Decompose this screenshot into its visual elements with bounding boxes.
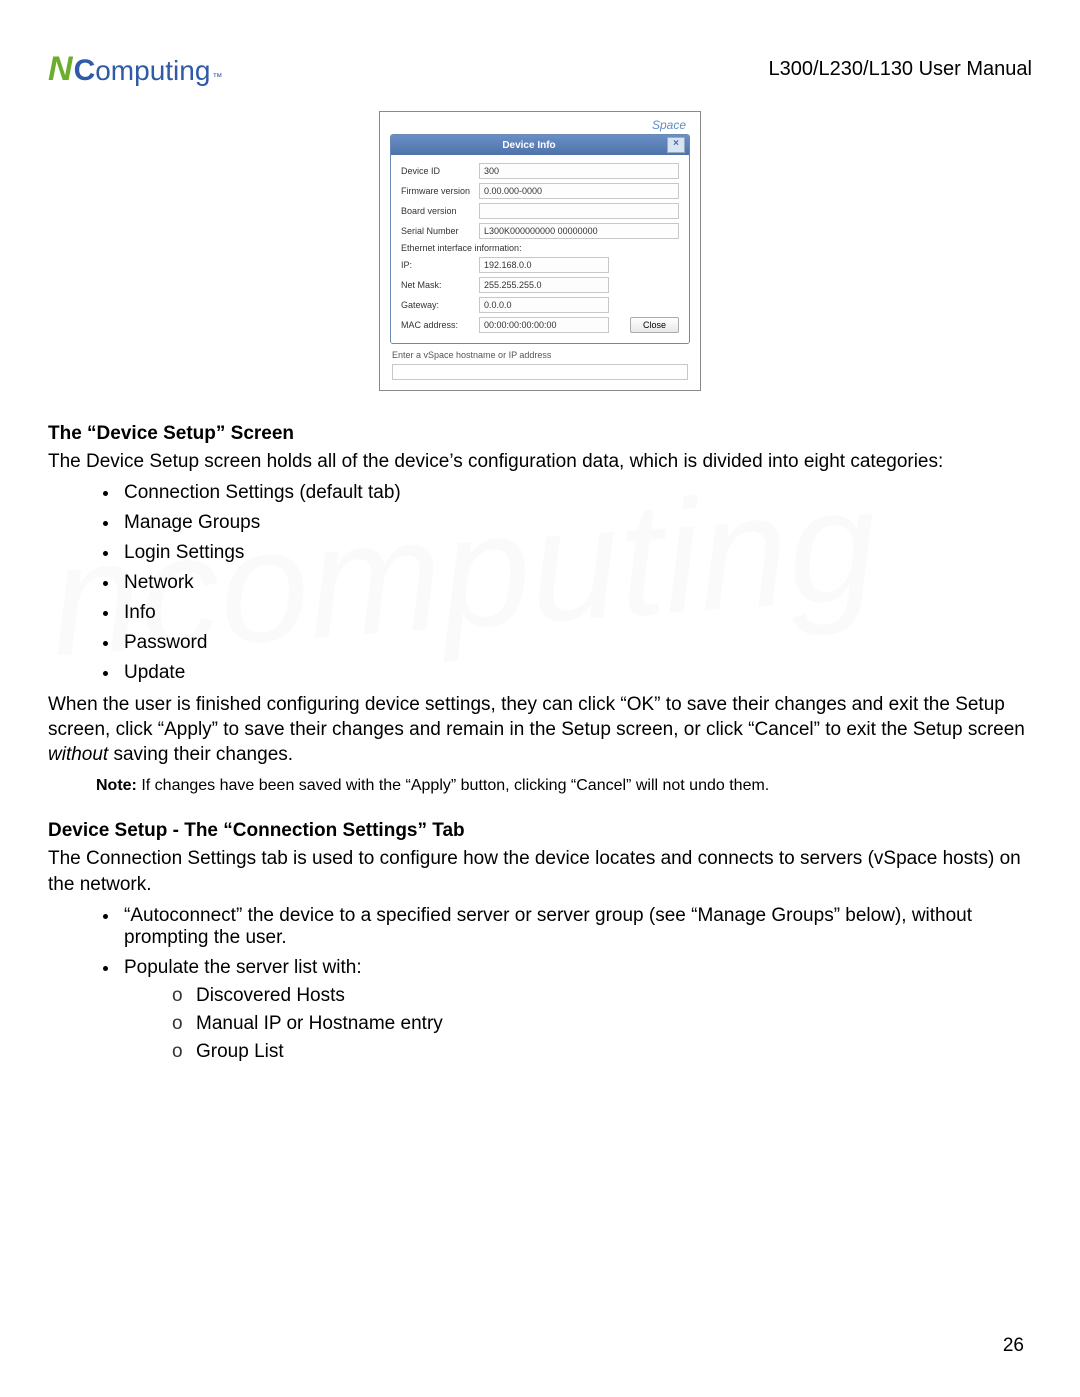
list-item: Info <box>120 602 1032 624</box>
doc-title: L300/L230/L130 User Manual <box>768 58 1032 81</box>
list-item: Network <box>120 572 1032 594</box>
serial-label: Serial Number <box>401 226 479 236</box>
logo: NComputing™ <box>48 50 222 89</box>
bullet2-text: Populate the server list with: <box>124 957 362 978</box>
firmware-value: 0.00.000-0000 <box>479 183 679 199</box>
section2-intro: The Connection Settings tab is used to c… <box>48 846 1032 896</box>
gw-value: 0.0.0.0 <box>479 297 609 313</box>
logo-n: N <box>48 50 73 89</box>
serial-value: L300K000000000 00000000 <box>479 223 679 239</box>
ip-label: IP: <box>401 260 479 270</box>
logo-rest: omputing <box>95 55 210 87</box>
space-hint: Space <box>388 118 692 132</box>
dialog-title: Device Info <box>391 140 667 151</box>
note-label: Note: <box>96 777 137 794</box>
logo-tm: ™ <box>212 72 222 83</box>
outro-em: without <box>48 744 108 765</box>
close-icon[interactable]: × <box>667 137 685 153</box>
host-input[interactable] <box>392 364 688 380</box>
list-item: Discovered Hosts <box>172 985 1032 1007</box>
outro-a: When the user is finished configuring de… <box>48 694 1025 740</box>
ip-value: 192.168.0.0 <box>479 257 609 273</box>
eth-header: Ethernet interface information: <box>401 243 679 253</box>
close-button[interactable]: Close <box>630 317 679 333</box>
device-info-dialog: Device Info × Device ID 300 Firmware ver… <box>390 134 690 344</box>
list-item: “Autoconnect” the device to a specified … <box>120 905 1032 949</box>
section2-list: “Autoconnect” the device to a specified … <box>48 905 1032 1063</box>
page-number: 26 <box>1003 1335 1024 1357</box>
mac-value: 00:00:00:00:00:00 <box>479 317 609 333</box>
outro-b: saving their changes. <box>108 744 293 765</box>
mask-label: Net Mask: <box>401 280 479 290</box>
list-item: Populate the server list with: Discovere… <box>120 957 1032 1063</box>
device-id-value: 300 <box>479 163 679 179</box>
list-item: Connection Settings (default tab) <box>120 482 1032 504</box>
mac-label: MAC address: <box>401 320 479 330</box>
section1-outro: When the user is finished configuring de… <box>48 692 1032 767</box>
section1-list: Connection Settings (default tab) Manage… <box>48 482 1032 684</box>
device-info-screenshot: Space Device Info × Device ID 300 <box>379 111 701 391</box>
list-item: Manage Groups <box>120 512 1032 534</box>
list-item: Update <box>120 662 1032 684</box>
section2-sublist: Discovered Hosts Manual IP or Hostname e… <box>124 985 1032 1063</box>
gw-label: Gateway: <box>401 300 479 310</box>
enter-host-label: Enter a vSpace hostname or IP address <box>392 350 688 360</box>
page-header: NComputing™ L300/L230/L130 User Manual <box>48 50 1032 89</box>
section1-heading: The “Device Setup” Screen <box>48 423 1032 445</box>
board-value <box>479 203 679 219</box>
logo-c: C <box>74 54 96 88</box>
list-item: Login Settings <box>120 542 1032 564</box>
section1-intro: The Device Setup screen holds all of the… <box>48 449 1032 474</box>
board-label: Board version <box>401 206 479 216</box>
device-id-label: Device ID <box>401 166 479 176</box>
list-item: Password <box>120 632 1032 654</box>
section2-heading: Device Setup - The “Connection Settings”… <box>48 820 1032 842</box>
list-item: Manual IP or Hostname entry <box>172 1013 1032 1035</box>
list-item: Group List <box>172 1041 1032 1063</box>
section1-note: Note: If changes have been saved with th… <box>96 775 1032 796</box>
firmware-label: Firmware version <box>401 186 479 196</box>
note-text: If changes have been saved with the “App… <box>137 777 769 794</box>
mask-value: 255.255.255.0 <box>479 277 609 293</box>
